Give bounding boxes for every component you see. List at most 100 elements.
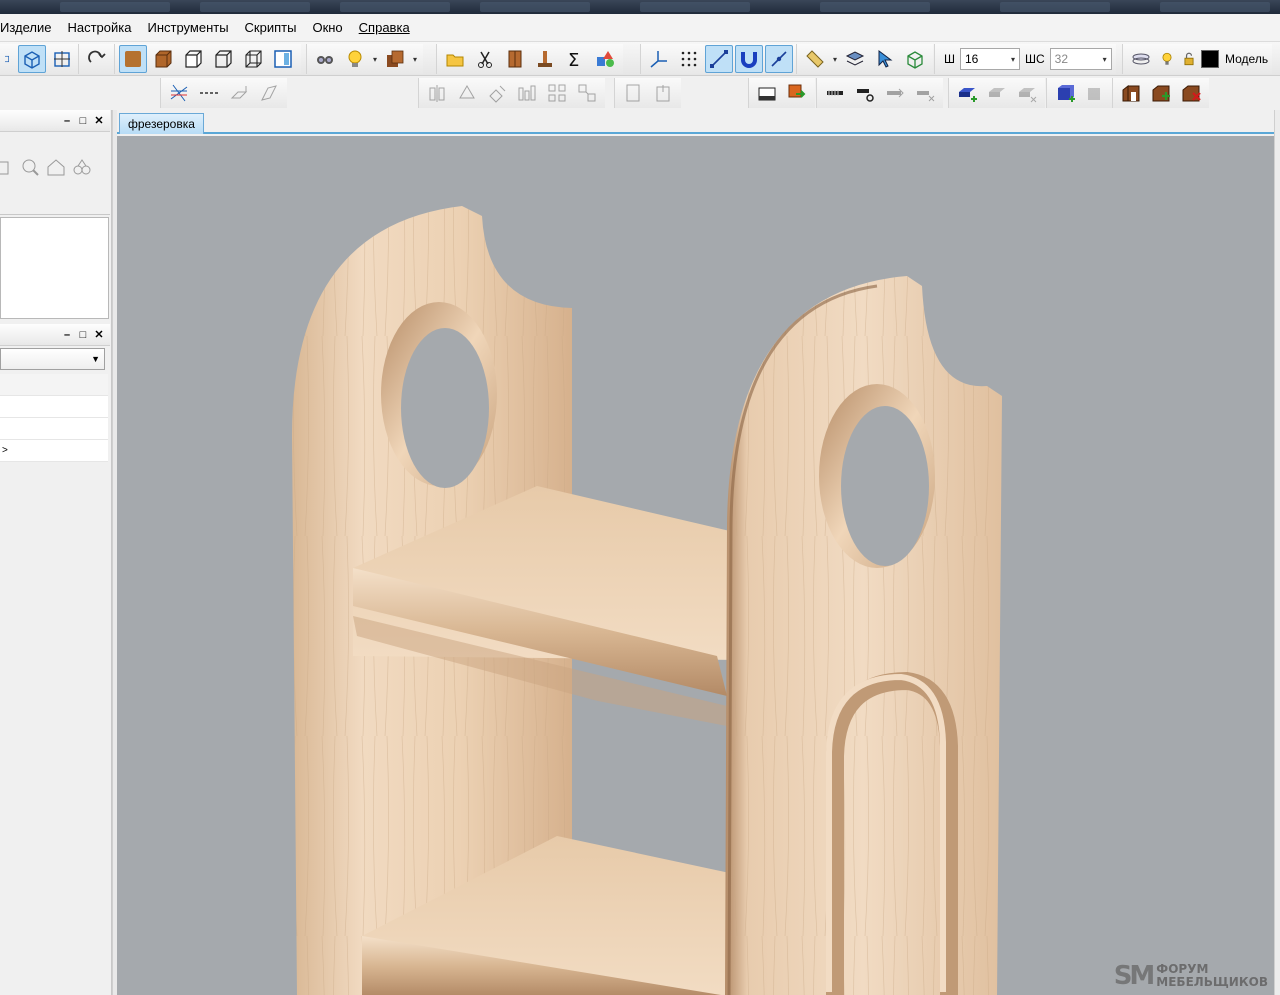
menu-item-help[interactable]: Справка	[351, 14, 418, 42]
line-snap-icon[interactable]	[705, 45, 733, 73]
3d-viewport[interactable]: SM ФОРУМ МЕБЕЛЬЩИКОВ	[117, 136, 1274, 995]
taskbar-item[interactable]	[820, 2, 930, 12]
transform-icon[interactable]	[483, 79, 511, 107]
view-mode-group	[0, 44, 80, 74]
screw-delete-icon[interactable]	[911, 79, 939, 107]
module-delete-icon[interactable]	[1177, 79, 1205, 107]
stand-icon[interactable]	[531, 45, 559, 73]
redo-icon[interactable]	[83, 45, 111, 73]
sum-icon[interactable]: Σ	[561, 45, 589, 73]
edge-band-delete-icon[interactable]	[1013, 79, 1041, 107]
solid-view-icon[interactable]	[149, 45, 177, 73]
outline-view-icon[interactable]	[179, 45, 207, 73]
taskbar-item[interactable]	[200, 2, 310, 12]
row-expander[interactable]: >	[2, 445, 8, 456]
maximize-icon[interactable]: □	[78, 115, 88, 127]
select-pointer-icon[interactable]	[871, 45, 899, 73]
panel-view-icon[interactable]	[269, 45, 297, 73]
taskbar-item[interactable]	[480, 2, 590, 12]
maximize-icon[interactable]: □	[78, 329, 88, 341]
close-icon[interactable]: ✕	[94, 328, 104, 341]
menu-item-product[interactable]: Изделие	[0, 14, 59, 42]
lock-icon[interactable]	[1179, 45, 1199, 73]
distribute-icon[interactable]	[513, 79, 541, 107]
point-snap-icon[interactable]	[765, 45, 793, 73]
materials-icon[interactable]	[381, 45, 409, 73]
textured-view-icon[interactable]	[119, 45, 147, 73]
view-box-icon[interactable]	[4, 45, 16, 73]
link-tool-icon[interactable]	[72, 156, 92, 178]
width-combo[interactable]: 16 ▾	[960, 48, 1020, 70]
module-icon[interactable]	[1117, 79, 1145, 107]
cabinet-icon[interactable]	[501, 45, 529, 73]
transparent-view-icon[interactable]	[239, 45, 267, 73]
panel-tool-icon[interactable]	[0, 156, 14, 178]
panel-content-area[interactable]	[0, 217, 109, 319]
menu-item-tools[interactable]: Инструменты	[139, 14, 236, 42]
tab-milling[interactable]: фрезеровка	[119, 113, 204, 134]
panel-selector[interactable]: ▼	[0, 348, 105, 370]
list-item[interactable]	[0, 418, 108, 440]
mirror-icon[interactable]	[423, 79, 451, 107]
light-bulb-icon[interactable]	[341, 45, 369, 73]
measure-group: ▾	[796, 44, 933, 74]
dashed-line-icon[interactable]	[195, 79, 223, 107]
visibility-bulb-icon[interactable]	[1157, 45, 1177, 73]
edge-band-add-icon[interactable]	[953, 79, 981, 107]
block-add-icon[interactable]	[1051, 79, 1079, 107]
layers-icon[interactable]	[841, 45, 869, 73]
open-folder-icon[interactable]	[441, 45, 469, 73]
screw-edit-icon[interactable]	[881, 79, 909, 107]
array-icon[interactable]	[543, 79, 571, 107]
minimize-icon[interactable]: –	[62, 329, 72, 341]
layer-color-swatch[interactable]	[1201, 50, 1219, 68]
home-tool-icon[interactable]	[46, 156, 66, 178]
attach-icon[interactable]	[649, 79, 677, 107]
shs-combo[interactable]: 32 ▾	[1049, 48, 1112, 70]
bounding-box-icon[interactable]	[901, 45, 929, 73]
module-add-icon[interactable]	[1147, 79, 1175, 107]
sweep-icon[interactable]	[255, 79, 283, 107]
extrude-icon[interactable]	[225, 79, 253, 107]
taskbar-item[interactable]	[1000, 2, 1110, 12]
edge-band-edit-icon[interactable]	[983, 79, 1011, 107]
screw-icon[interactable]	[821, 79, 849, 107]
shapes-icon[interactable]	[591, 45, 619, 73]
screw-settings-icon[interactable]	[851, 79, 879, 107]
block-edit-icon[interactable]	[1081, 79, 1109, 107]
list-item[interactable]	[0, 396, 108, 418]
move-view-icon[interactable]	[48, 45, 76, 73]
taskbar-item[interactable]	[1160, 2, 1270, 12]
zoom-tool-icon[interactable]	[20, 156, 40, 178]
taskbar-item[interactable]	[340, 2, 450, 12]
ruler-dropdown-icon[interactable]: ▾	[831, 45, 839, 73]
axes-icon[interactable]	[645, 45, 673, 73]
cut-icon[interactable]	[471, 45, 499, 73]
taskbar-item[interactable]	[640, 2, 750, 12]
wireframe-view-icon[interactable]	[18, 45, 46, 73]
panel-insert-icon[interactable]	[753, 79, 781, 107]
menu-item-settings[interactable]: Настройка	[59, 14, 139, 42]
copy-move-icon[interactable]	[573, 79, 601, 107]
menu-item-window[interactable]: Окно	[304, 14, 350, 42]
right-dock-edge[interactable]	[1274, 110, 1280, 995]
light-dropdown-icon[interactable]: ▾	[371, 45, 379, 73]
menu-item-scripts[interactable]: Скрипты	[237, 14, 305, 42]
render-mode-group	[114, 44, 301, 74]
guide-lines-icon[interactable]	[165, 79, 193, 107]
hidden-lines-icon[interactable]	[209, 45, 237, 73]
materials-dropdown-icon[interactable]: ▾	[411, 45, 419, 73]
model-layer-label[interactable]: Модель	[1221, 52, 1268, 66]
camera-icon[interactable]	[311, 45, 339, 73]
rotate-object-icon[interactable]	[453, 79, 481, 107]
grid-snap-icon[interactable]	[675, 45, 703, 73]
ruler-icon[interactable]	[801, 45, 829, 73]
list-item[interactable]: >	[0, 440, 108, 462]
magnet-icon[interactable]	[735, 45, 763, 73]
minimize-icon[interactable]: –	[62, 115, 72, 127]
taskbar-item[interactable]	[60, 2, 170, 12]
close-icon[interactable]: ✕	[94, 114, 104, 127]
insert-icon[interactable]	[619, 79, 647, 107]
panel-export-icon[interactable]	[783, 79, 811, 107]
layer-stack-icon[interactable]	[1127, 45, 1155, 73]
